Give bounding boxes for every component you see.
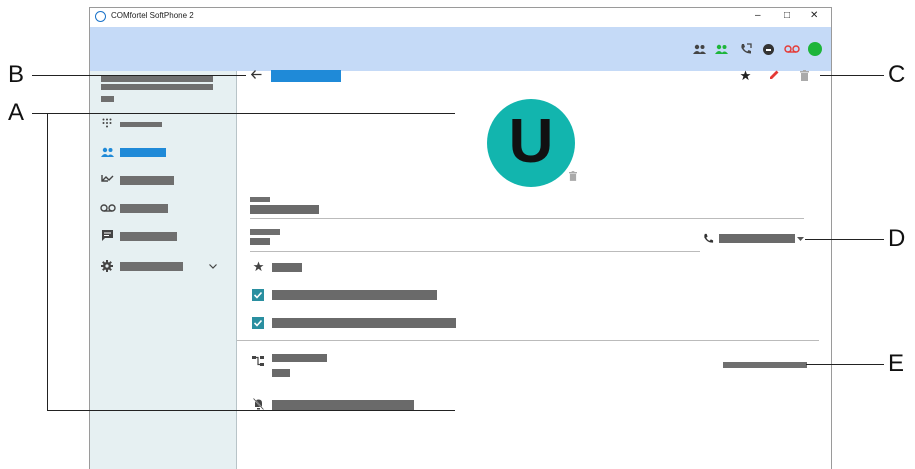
sidebar-item-voicemail[interactable]	[90, 198, 236, 218]
callout-label-c: C	[888, 61, 906, 88]
callout-line-b	[32, 75, 246, 76]
user-extra-placeholder	[101, 96, 114, 102]
favorite-label	[272, 263, 302, 272]
checkbox-2[interactable]	[252, 317, 264, 329]
sidebar-item-label	[120, 176, 174, 185]
group-link[interactable]	[723, 362, 807, 368]
contacts-icon	[101, 147, 114, 157]
delete-avatar-icon[interactable]	[569, 171, 577, 181]
sidebar-item-call-history[interactable]	[90, 170, 236, 190]
chat-icon	[102, 230, 113, 241]
phone-label	[250, 229, 280, 235]
callout-line-d	[805, 239, 884, 240]
callout-label-a: A	[8, 99, 25, 126]
title-bar: COMfortel SoftPhone 2 – □ ✕	[90, 8, 831, 27]
section-divider	[237, 340, 819, 341]
callout-label-d: D	[888, 225, 906, 252]
group-value	[272, 369, 290, 377]
app-logo-icon	[95, 11, 106, 22]
checkbox-1-label	[272, 290, 437, 300]
sidebar-item-label	[120, 122, 162, 127]
sidebar-item-label	[120, 232, 177, 241]
toolbar	[90, 27, 831, 71]
divider	[250, 251, 700, 252]
avatar-letter: U	[508, 107, 554, 176]
call-history-icon	[101, 175, 114, 182]
callout-label-e: E	[888, 350, 905, 377]
app-window: COMfortel SoftPhone 2 – □ ✕ U	[89, 7, 832, 469]
dialpad-icon	[102, 118, 112, 128]
phone-number-value[interactable]	[719, 234, 795, 243]
callout-line-e	[806, 364, 884, 365]
close-button[interactable]: ✕	[810, 10, 818, 21]
sidebar-item-chat[interactable]	[90, 226, 236, 246]
sidebar-item-contacts[interactable]	[90, 143, 236, 163]
sidebar-item-label	[120, 204, 168, 213]
contact-avatar: U	[487, 99, 575, 187]
phone-icon[interactable]	[703, 233, 714, 244]
settings-icon	[101, 260, 113, 272]
user-name-placeholder	[101, 75, 213, 82]
chevron-down-icon[interactable]	[209, 264, 217, 269]
sidebar-item-settings[interactable]	[90, 256, 236, 276]
window-title: COMfortel SoftPhone 2	[111, 11, 194, 20]
callout-label-b: B	[8, 61, 25, 88]
contact-name-header	[271, 70, 341, 82]
voicemail-icon[interactable]	[784, 45, 800, 53]
phone-type	[250, 238, 270, 245]
sidebar-item-dialpad[interactable]	[90, 115, 236, 135]
callout-line-a-top	[32, 113, 455, 114]
do-not-disturb-icon[interactable]	[763, 44, 774, 55]
callout-line-a-vertical	[47, 113, 48, 411]
back-arrow-icon[interactable]	[251, 70, 262, 79]
star-icon	[253, 261, 264, 272]
org-chart-icon	[252, 356, 264, 366]
delete-trash-icon[interactable]	[800, 70, 809, 81]
dropdown-arrow-icon[interactable]	[797, 237, 804, 242]
notification-label	[272, 400, 414, 410]
group-label	[272, 354, 327, 362]
checkbox-2-label	[272, 318, 456, 328]
field-label	[250, 197, 270, 202]
minimize-button[interactable]: –	[755, 10, 761, 21]
bell-off-icon	[253, 398, 264, 410]
voicemail-icon	[100, 204, 116, 212]
user-number-placeholder	[101, 84, 213, 90]
favorite-star-icon[interactable]	[740, 70, 751, 81]
divider	[250, 218, 804, 219]
sidebar-item-label	[120, 262, 183, 271]
callout-line-c	[820, 75, 884, 76]
checkbox-1[interactable]	[252, 289, 264, 301]
sidebar-item-label	[120, 148, 166, 157]
callout-line-a-bottom	[47, 410, 455, 411]
field-value	[250, 205, 319, 214]
contacts-green-icon[interactable]	[715, 44, 728, 54]
call-forward-icon[interactable]	[740, 43, 752, 55]
status-online-icon[interactable]	[808, 42, 822, 56]
edit-pencil-icon[interactable]	[769, 69, 780, 80]
contacts-icon[interactable]	[693, 44, 706, 54]
maximize-button[interactable]: □	[784, 10, 790, 21]
